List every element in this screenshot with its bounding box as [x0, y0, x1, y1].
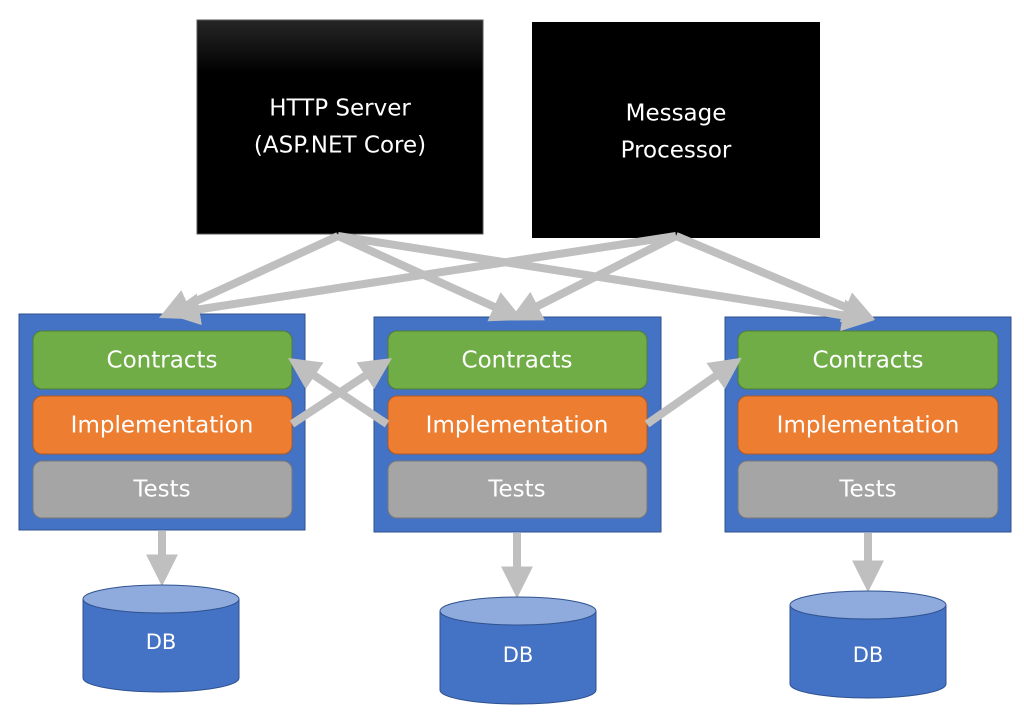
server-arrows: [158, 232, 876, 332]
contracts-label: Contracts: [107, 348, 218, 374]
db-label: DB: [146, 630, 177, 654]
db-label: DB: [503, 643, 534, 667]
db-label: DB: [853, 643, 884, 667]
contracts-label: Contracts: [462, 348, 573, 374]
module-1: Contracts Implementation Tests: [18, 313, 306, 531]
tests-label: Tests: [132, 477, 190, 503]
module-2: Contracts Implementation Tests: [373, 316, 662, 533]
module-3: Contracts Implementation Tests: [724, 316, 1012, 533]
database-2: DB: [439, 596, 597, 705]
database-3: DB: [789, 590, 947, 699]
message-processor-line2: Processor: [621, 138, 732, 164]
http-server-box: HTTP Server (ASP.NET Core): [196, 19, 484, 235]
tests-label: Tests: [838, 477, 896, 503]
db-arrows: [146, 531, 884, 599]
contracts-label: Contracts: [813, 348, 924, 374]
implementation-label: Implementation: [426, 413, 609, 439]
implementation-label: Implementation: [71, 413, 254, 439]
database-1: DB: [82, 584, 240, 693]
message-processor-line1: Message: [626, 101, 727, 127]
message-processor-box: Message Processor: [532, 22, 820, 238]
architecture-diagram: HTTP Server (ASP.NET Core) Message Proce…: [18, 19, 1012, 705]
implementation-label: Implementation: [777, 413, 960, 439]
http-server-title: HTTP Server: [269, 96, 411, 122]
http-server-subtitle: (ASP.NET Core): [254, 133, 426, 159]
tests-label: Tests: [487, 477, 545, 503]
